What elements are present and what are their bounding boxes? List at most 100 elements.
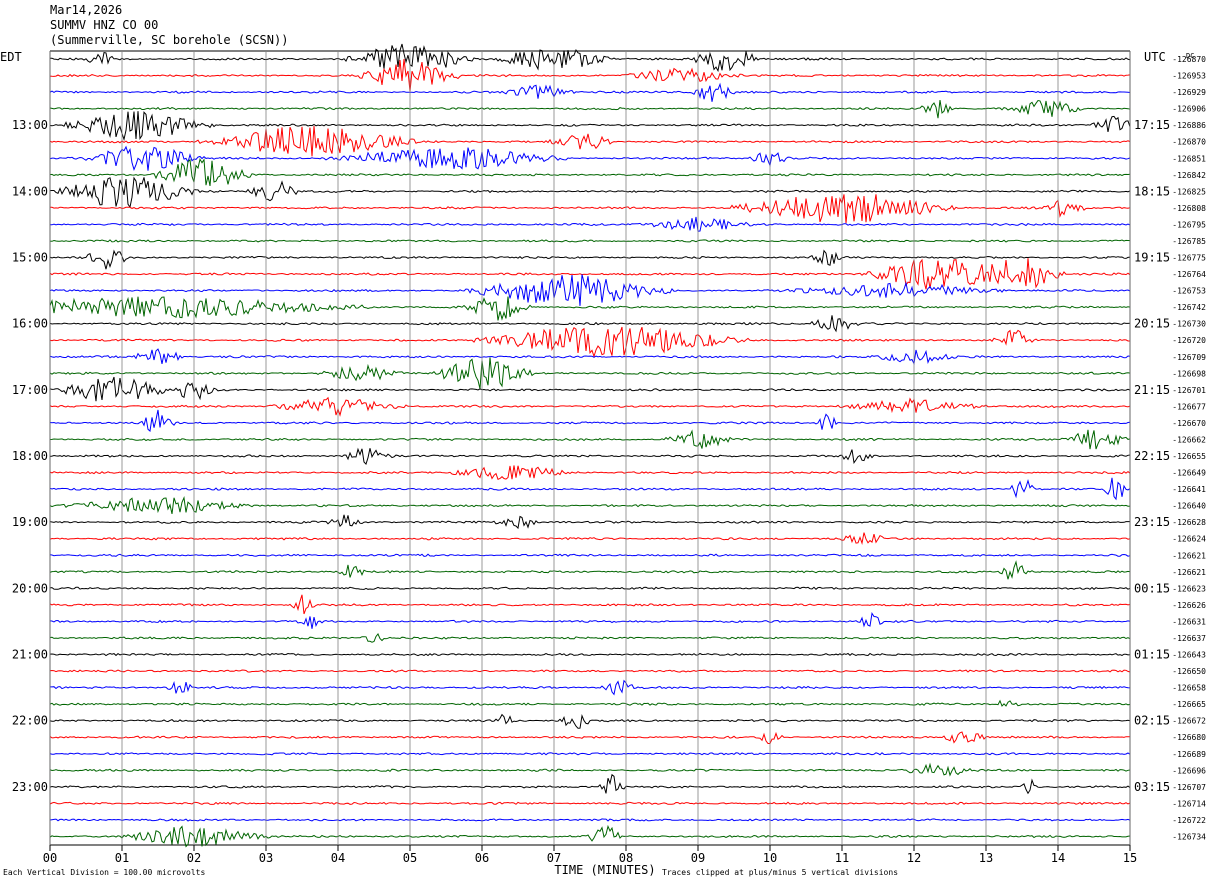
trace-line [49, 315, 1131, 333]
dc-offset-label: -126795 [1172, 220, 1206, 229]
trace-line [49, 477, 1131, 501]
trace-line [49, 514, 1130, 530]
trace-line [49, 731, 1131, 744]
x-tick-label: 00 [43, 851, 57, 865]
dc-offset-label: -126621 [1172, 568, 1206, 577]
utc-hour-label: 22:15 [1134, 449, 1170, 463]
edt-hour-label: 18:00 [12, 449, 48, 463]
dc-offset-label: -126650 [1172, 667, 1206, 676]
left-axis-title: EDT [0, 50, 22, 64]
trace-line [49, 713, 1131, 729]
dc-offset-label: -126906 [1172, 105, 1206, 114]
utc-hour-label: 23:15 [1134, 515, 1170, 529]
trace-line [49, 145, 1131, 171]
utc-hour-label: 01:15 [1134, 648, 1170, 662]
trace-line [49, 396, 1131, 417]
helicorder-page: Mar14,2026 SUMMV HNZ CO 00 (Summerville,… [0, 0, 1210, 886]
trace-line [50, 194, 1131, 224]
dc-offset-label: -126655 [1172, 452, 1206, 461]
edt-hour-label: 23:00 [12, 780, 48, 794]
dc-offset-label: -126624 [1172, 535, 1206, 544]
dc-offset-label: -126730 [1172, 320, 1206, 329]
edt-hour-label: 22:00 [12, 714, 48, 728]
utc-hour-label: 21:15 [1134, 383, 1170, 397]
edt-hour-label: 20:00 [12, 581, 48, 595]
edt-hour-label: 14:00 [12, 184, 48, 198]
utc-hour-label: 19:15 [1134, 251, 1170, 265]
trace-line [49, 773, 1131, 795]
trace-line [49, 824, 1131, 848]
dc-offset-label: -126753 [1172, 287, 1206, 296]
trace-line [50, 43, 1131, 73]
x-tick-label: 09 [691, 851, 705, 865]
trace-line [49, 376, 1131, 402]
utc-hour-label: 00:15 [1134, 581, 1170, 595]
dc-offset-label: -126775 [1172, 254, 1206, 263]
utc-hour-label: 03:15 [1134, 780, 1170, 794]
trace-line [49, 99, 1131, 119]
dc-offset-label: -126623 [1172, 584, 1206, 593]
x-tick-label: 11 [835, 851, 849, 865]
trace-line [49, 326, 1130, 359]
utc-hour-label: 02:15 [1134, 714, 1170, 728]
dc-offset-label: -126709 [1172, 353, 1206, 362]
dc-offset-label: -126701 [1172, 386, 1206, 395]
trace-line [49, 82, 1131, 102]
x-tick-label: 04 [331, 851, 345, 865]
x-tick-label: 05 [403, 851, 417, 865]
trace-line [49, 818, 1131, 822]
x-tick-label: 13 [979, 851, 993, 865]
scale-note: Each Vertical Division = 100.00 microvol… [3, 868, 205, 877]
trace-line [49, 429, 1131, 450]
right-axis-title: UTC [1144, 50, 1166, 64]
dc-offset-label: -126953 [1172, 72, 1206, 81]
dc-offset-label: -126621 [1172, 551, 1206, 560]
trace-line [49, 553, 1131, 557]
dc-offset-label: -126707 [1172, 783, 1206, 792]
x-tick-label: 12 [907, 851, 921, 865]
dc-offset-label: -126870 [1172, 138, 1206, 147]
dc-offset-label: -126628 [1172, 518, 1206, 527]
x-tick-label: 14 [1051, 851, 1065, 865]
trace-line [49, 258, 1131, 290]
dc-offset-label: -126886 [1172, 121, 1206, 130]
x-tick-label: 06 [475, 851, 489, 865]
dc-offset-label: -126825 [1172, 187, 1206, 196]
trace-line [49, 669, 1131, 673]
edt-hour-label: 13:00 [12, 118, 48, 132]
trace-line [49, 801, 1131, 806]
dc-offset-label: -126677 [1172, 402, 1206, 411]
trace-line [49, 560, 1131, 580]
clip-note: Traces clipped at plus/minus 5 vertical … [662, 868, 898, 877]
trace-line [49, 699, 1131, 707]
dc-offset-label: -126637 [1172, 634, 1206, 643]
dc-offset-label: -126764 [1172, 270, 1206, 279]
dc-offset-label: -126680 [1172, 733, 1206, 742]
dc-offset-label: -126665 [1172, 700, 1206, 709]
edt-hour-label: 19:00 [12, 515, 48, 529]
trace-line [49, 357, 1131, 390]
dc-offset-label: -126641 [1172, 485, 1206, 494]
edt-hour-label: 16:00 [12, 317, 48, 331]
dc-offset-label: -126698 [1172, 369, 1206, 378]
trace-line [49, 752, 1131, 756]
trace-line [50, 679, 1131, 696]
trace-line [49, 296, 1131, 321]
utc-hour-label: 17:15 [1134, 118, 1170, 132]
dc-offset-label: -126662 [1172, 435, 1206, 444]
trace-line [49, 594, 1131, 615]
trace-line [49, 409, 1131, 432]
x-tick-label: 03 [259, 851, 273, 865]
x-tick-label: 02 [187, 851, 201, 865]
dc-offset-label: -126649 [1172, 469, 1206, 478]
trace-line [49, 465, 1131, 480]
dc-offset-label: -126722 [1172, 816, 1206, 825]
trace-line [49, 633, 1131, 643]
dc-offset-label: -126734 [1172, 832, 1206, 841]
edt-hour-label: 21:00 [12, 648, 48, 662]
dc-offset-label: -126689 [1172, 750, 1206, 759]
utc-hour-label: 20:15 [1134, 317, 1170, 331]
x-tick-label: 15 [1123, 851, 1137, 865]
dc-offset-label: -126842 [1172, 171, 1206, 180]
trace-line [49, 612, 1131, 629]
